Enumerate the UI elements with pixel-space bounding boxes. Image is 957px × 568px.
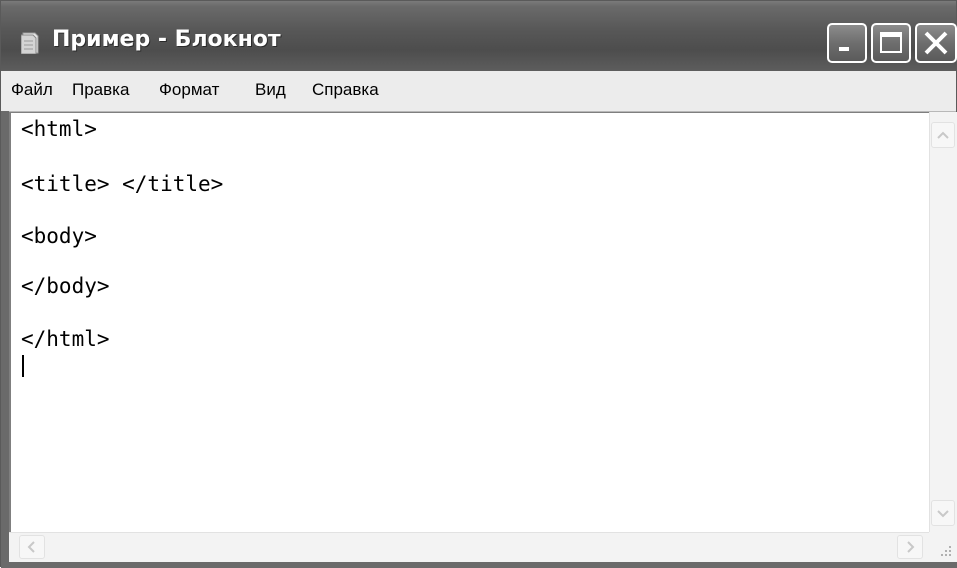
minimize-icon [839,47,849,51]
minimize-button[interactable] [827,23,867,63]
editor-line: <title> </title> [21,172,224,196]
notepad-icon[interactable] [20,32,39,55]
menu-view[interactable]: Вид [255,80,286,100]
arrow-right-icon [907,541,915,553]
editor-line: </html> [21,327,110,351]
arrow-down-icon [937,510,949,518]
window-title: Пример - Блокнот [52,27,281,52]
editor-line: <html> [21,117,97,141]
menu-help[interactable]: Справка [312,80,379,100]
size-grip-icon [941,546,951,556]
menu-bar: Файл Правка Формат Вид Справка [1,71,956,112]
size-grip[interactable] [929,532,957,562]
scroll-down-button[interactable] [931,500,955,526]
maximize-icon [880,32,902,53]
arrow-up-icon [937,131,949,139]
vertical-scrollbar[interactable] [929,112,957,532]
close-button[interactable] [915,23,957,63]
scroll-up-button[interactable] [931,122,955,148]
window-frame-bottom [1,562,957,568]
title-bar[interactable]: Пример - Блокнот [1,1,957,71]
text-caret [22,355,24,377]
maximize-button[interactable] [871,23,911,63]
menu-file[interactable]: Файл [11,80,53,100]
editor-line: </body> [21,274,110,298]
editor-line: <body> [21,224,97,248]
text-editor[interactable]: <html> <title> </title> <body> </body> <… [9,112,929,532]
arrow-left-icon [27,541,35,553]
horizontal-scrollbar[interactable] [9,532,929,562]
scroll-left-button[interactable] [19,535,45,559]
scroll-right-button[interactable] [897,535,923,559]
menu-format[interactable]: Формат [159,80,219,100]
window-frame-left [1,111,9,568]
close-icon [924,31,948,55]
notepad-window: Пример - Блокнот Файл Правка Формат Вид … [0,0,957,568]
menu-edit[interactable]: Правка [72,80,129,100]
